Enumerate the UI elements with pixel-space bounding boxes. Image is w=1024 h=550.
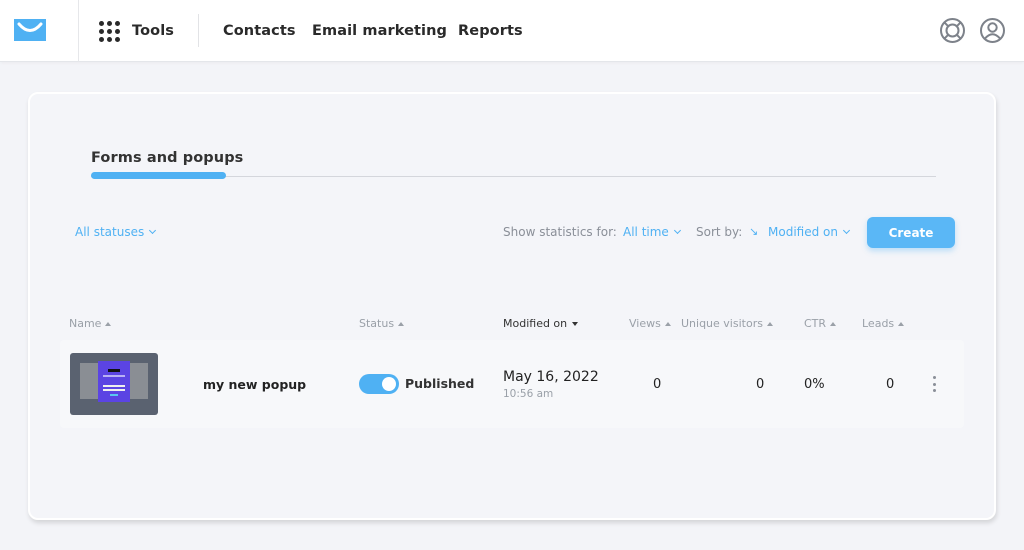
modified-time: 10:56 am <box>503 388 554 400</box>
logo-link[interactable] <box>0 0 79 62</box>
column-header-unique-visitors[interactable]: Unique visitors <box>681 317 773 330</box>
status-label: Published <box>405 376 475 391</box>
sort-field-value: Modified on <box>768 225 838 239</box>
chevron-down-icon <box>149 226 157 235</box>
column-header-label: Name <box>69 317 102 330</box>
unique-visitors-value: 0 <box>756 377 765 392</box>
nav-reports[interactable]: Reports <box>458 0 523 62</box>
modified-date: May 16, 2022 <box>503 369 599 385</box>
apps-grid-icon <box>99 20 120 42</box>
statistics-period-value: All time <box>623 225 669 239</box>
popup-name-link[interactable]: my new popup <box>203 377 306 392</box>
column-header-label: Leads <box>862 317 895 330</box>
lifebuoy-icon[interactable] <box>939 17 966 44</box>
ctr-value: 0% <box>804 377 825 392</box>
table-row[interactable]: my new popup Published May 16, 2022 10:5… <box>60 340 964 428</box>
chevron-down-icon <box>673 226 681 235</box>
sort-asc-icon <box>898 321 905 326</box>
sort-asc-icon <box>105 321 112 326</box>
envelope-smile-logo-icon <box>14 19 46 41</box>
tools-menu-button[interactable]: Tools <box>99 0 174 62</box>
create-button[interactable]: Create <box>867 217 955 248</box>
status-filter-value: All statuses <box>75 225 145 239</box>
sort-field-dropdown[interactable]: Modified on <box>768 225 851 239</box>
nav-divider <box>198 14 199 47</box>
sort-asc-icon <box>830 321 837 326</box>
popup-thumbnail[interactable] <box>70 353 158 415</box>
nav-email-marketing[interactable]: Email marketing <box>312 0 447 62</box>
top-navigation-bar: Tools Contacts Email marketing Reports <box>0 0 1024 62</box>
sort-asc-icon <box>766 321 773 326</box>
column-header-label: CTR <box>804 317 827 330</box>
statistics-period-label: Show statistics for: <box>503 225 617 239</box>
sort-desc-icon <box>572 321 579 326</box>
nav-contacts-label: Contacts <box>223 23 296 39</box>
statistics-period-dropdown[interactable]: All time <box>623 225 681 239</box>
status-filter-dropdown[interactable]: All statuses <box>75 225 157 239</box>
column-header-status[interactable]: Status <box>359 317 405 330</box>
chevron-down-icon <box>842 226 851 235</box>
tab-forms-and-popups[interactable]: Forms and popups <box>91 150 243 166</box>
column-header-leads[interactable]: Leads <box>862 317 905 330</box>
forms-and-popups-card: Forms and popups All statuses Show stati… <box>28 92 996 520</box>
more-options-icon[interactable] <box>929 374 939 394</box>
nav-email-marketing-label: Email marketing <box>312 23 448 39</box>
toggle-knob <box>382 377 396 391</box>
active-tab-indicator <box>91 172 226 179</box>
column-header-label: Unique visitors <box>681 317 763 330</box>
tools-label: Tools <box>132 23 174 39</box>
leads-value: 0 <box>886 377 895 392</box>
sort-direction-toggle[interactable]: ↘ <box>749 225 758 238</box>
column-header-label: Views <box>629 317 661 330</box>
sort-asc-icon <box>398 321 405 326</box>
publish-toggle[interactable] <box>359 374 399 394</box>
views-value: 0 <box>653 377 662 392</box>
column-header-label: Status <box>359 317 395 330</box>
nav-contacts[interactable]: Contacts <box>223 0 296 62</box>
user-circle-icon[interactable] <box>979 17 1006 44</box>
nav-reports-label: Reports <box>458 23 523 39</box>
sort-asc-icon <box>664 321 671 326</box>
sort-by-label: Sort by: <box>696 225 743 239</box>
column-header-ctr[interactable]: CTR <box>804 317 837 330</box>
column-header-modified-on[interactable]: Modified on <box>503 317 579 330</box>
column-header-views[interactable]: Views <box>629 317 671 330</box>
column-header-name[interactable]: Name <box>69 317 112 330</box>
column-header-label: Modified on <box>503 317 568 330</box>
